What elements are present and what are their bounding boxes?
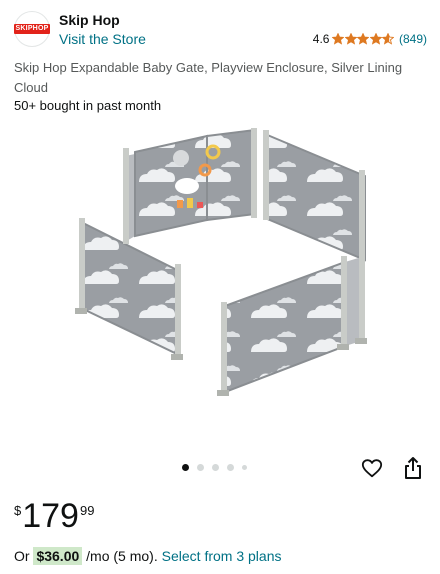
rating-count-link[interactable]: (849) [399, 32, 427, 46]
star-full-icon [344, 33, 357, 45]
star-full-icon [357, 33, 370, 45]
image-carousel-dots[interactable] [182, 464, 255, 471]
select-plans-link[interactable]: Select from 3 plans [162, 548, 282, 564]
product-image[interactable] [75, 124, 375, 424]
carousel-dot[interactable] [227, 464, 234, 471]
rating-summary[interactable]: 4.6 (849) [313, 32, 427, 46]
carousel-dot[interactable] [197, 464, 204, 471]
price-fraction: 99 [79, 503, 95, 518]
heart-outline-icon[interactable] [361, 457, 383, 479]
star-full-icon [332, 33, 345, 45]
star-rating [332, 33, 395, 45]
brand-logo-mark: SKIPHOP [13, 24, 51, 34]
share-icon[interactable] [403, 456, 423, 480]
rating-value: 4.6 [312, 32, 330, 46]
star-full-icon [369, 33, 382, 45]
bought-in-past-month: 50+ bought in past month [14, 98, 162, 113]
visit-store-link[interactable]: Visit the Store [59, 31, 146, 47]
brand-logo[interactable]: SKIPHOP [13, 11, 51, 47]
product-title[interactable]: Skip Hop Expandable Baby Gate, Playview … [14, 58, 414, 98]
carousel-dot[interactable] [182, 464, 189, 471]
price: $ 179 99 [14, 497, 94, 535]
star-half-icon [382, 33, 395, 45]
carousel-dot[interactable] [242, 465, 247, 470]
price-currency-symbol: $ [14, 503, 22, 518]
plan-amount: $36.00 [33, 547, 83, 565]
plan-prefix: Or [14, 548, 30, 564]
carousel-dot[interactable] [212, 464, 219, 471]
price-whole: 179 [22, 497, 79, 535]
plan-suffix: /mo (5 mo). [86, 548, 158, 564]
brand-name: Skip Hop [59, 12, 120, 28]
monthly-plan-line: Or $36.00 /mo (5 mo). Select from 3 plan… [14, 547, 282, 565]
